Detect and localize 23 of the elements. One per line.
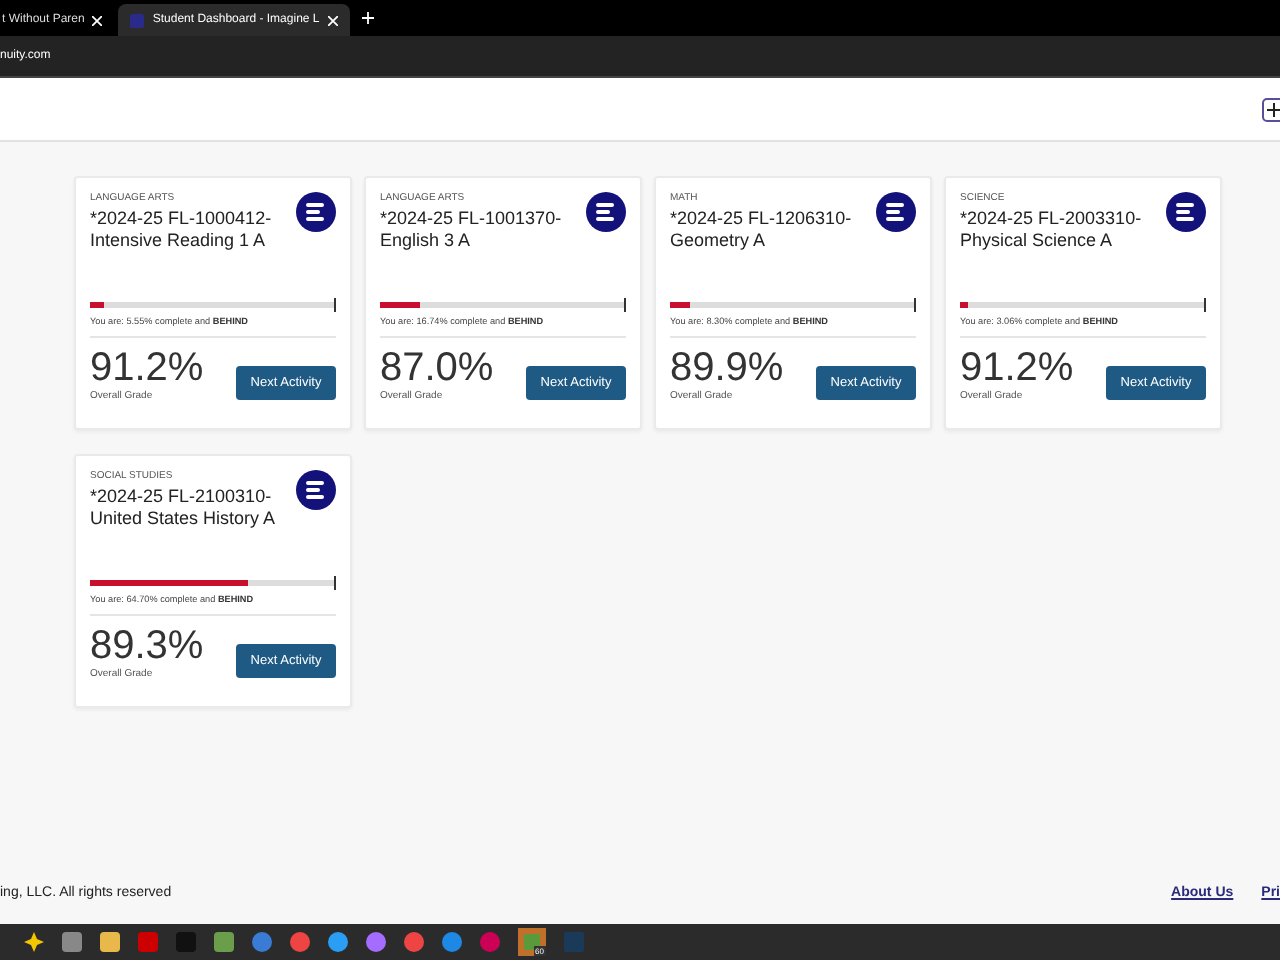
new-tab-icon[interactable] <box>361 12 374 24</box>
close-icon[interactable] <box>92 15 103 25</box>
course-logo-icon <box>296 470 336 510</box>
course-title[interactable]: *2024-25 FL-1206310-Geometry A <box>670 208 868 252</box>
close-icon[interactable] <box>327 15 338 25</box>
course-logo-icon <box>586 192 626 232</box>
favicon-icon <box>130 13 145 27</box>
add-icon[interactable] <box>1262 97 1280 121</box>
app-icon[interactable] <box>366 932 386 952</box>
course-title[interactable]: *2024-25 FL-1001370-English 3 A <box>380 208 578 252</box>
course-logo-icon <box>1166 192 1206 232</box>
grade-value: 91.2% <box>90 346 204 390</box>
course-logo-icon <box>876 192 916 232</box>
app-icon[interactable] <box>252 932 272 952</box>
course-title[interactable]: *2024-25 FL-1000412-Intensive Reading 1 A <box>90 208 288 252</box>
grade-value: 91.2% <box>960 346 1074 390</box>
grade-value: 87.0% <box>380 346 494 390</box>
grade-value: 89.9% <box>670 346 784 390</box>
course-title[interactable]: *2024-25 FL-2100310-United States History A <box>90 486 288 530</box>
grade-value: 89.3% <box>90 624 204 668</box>
course-logo-icon <box>296 192 336 232</box>
sparkle-icon[interactable] <box>24 932 44 952</box>
course-title[interactable]: *2024-25 FL-2003310-Physical Science A <box>960 208 1158 252</box>
